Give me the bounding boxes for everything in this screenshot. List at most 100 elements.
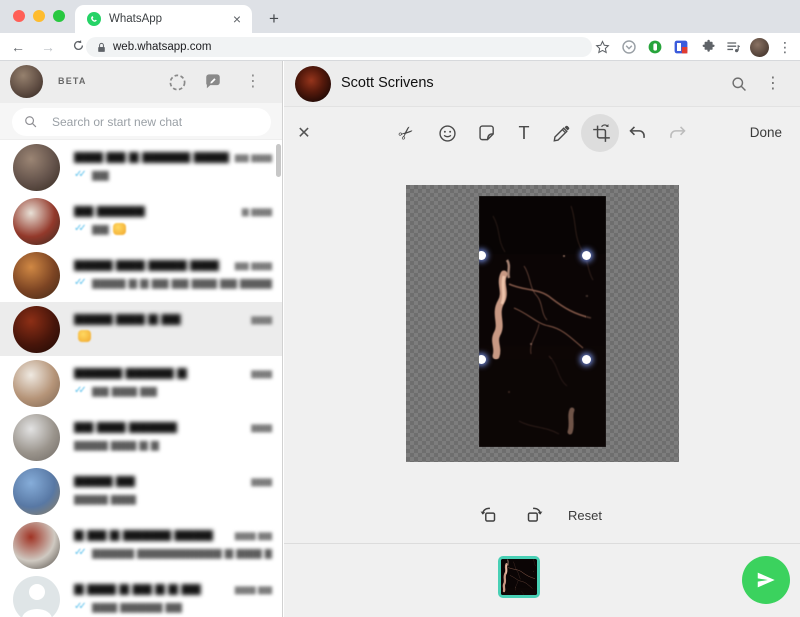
- read-receipt-icon: ✓✓: [74, 385, 83, 396]
- contact-name: Scott Scrivens: [341, 75, 434, 91]
- sidebar-header: BETA ⋮: [0, 61, 282, 103]
- close-editor-button[interactable]: ✕: [292, 121, 316, 145]
- green-extension-icon[interactable]: [646, 39, 663, 56]
- avatar: [13, 252, 60, 299]
- chat-time: ▆▆▆ ▆▆: [235, 584, 272, 595]
- crop-handle-top-left[interactable]: [479, 251, 486, 260]
- close-window-button[interactable]: [13, 10, 25, 22]
- avatar: [13, 468, 60, 515]
- lock-icon: [96, 41, 107, 54]
- chat-preview: ▆▆▆▆ ▆▆▆ ▆ ▆: [74, 438, 159, 451]
- bookmark-star-icon[interactable]: [594, 39, 611, 56]
- maximize-window-button[interactable]: [53, 10, 65, 22]
- pocket-extension-icon[interactable]: [620, 39, 637, 56]
- redo-icon[interactable]: [665, 121, 689, 145]
- chat-preview: ▆▆: [92, 168, 109, 181]
- chat-preview: ▆▆ ▆▆▆ ▆▆: [92, 384, 157, 397]
- tab-title: WhatsApp: [109, 13, 230, 25]
- browser-tab-whatsapp[interactable]: WhatsApp ×: [75, 5, 252, 33]
- done-button[interactable]: Done: [750, 125, 782, 140]
- pencil-tool-icon[interactable]: [549, 121, 573, 145]
- new-tab-button[interactable]: +: [262, 7, 286, 31]
- search-bar[interactable]: [12, 108, 271, 136]
- chat-list-item[interactable]: ▆▆ ▆▆▆▆▆ ▆ ▆▆▆ ✓✓ ▆▆: [0, 194, 282, 248]
- blue-red-extension-icon[interactable]: [672, 39, 689, 56]
- chat-list-item[interactable]: ▆▆▆ ▆▆ ▆ ▆▆▆▆▆ ▆▆▆▆ ▆▆ ▆▆▆ ✓✓ ▆▆: [0, 140, 282, 194]
- crop-handle-bottom-right[interactable]: [582, 355, 591, 364]
- avatar: [13, 360, 60, 407]
- reset-button[interactable]: Reset: [568, 508, 602, 523]
- minimize-window-button[interactable]: [33, 10, 45, 22]
- browser-menu-icon[interactable]: ⋮: [778, 39, 792, 56]
- read-receipt-icon: ✓✓: [74, 547, 83, 558]
- send-button[interactable]: [742, 556, 790, 604]
- chat-name: ▆ ▆▆▆ ▆ ▆▆ ▆ ▆ ▆▆: [74, 580, 201, 595]
- chat-preview: ▆▆▆ ▆▆▆▆▆ ▆▆: [92, 600, 183, 613]
- beta-badge: BETA: [58, 76, 87, 86]
- my-profile-avatar[interactable]: [10, 65, 43, 98]
- chat-time: ▆▆▆: [251, 476, 272, 487]
- media-list-icon[interactable]: [724, 39, 741, 56]
- emoji-tool-icon[interactable]: [435, 121, 459, 145]
- media-thumbnail-selected[interactable]: [498, 556, 540, 598]
- extensions-puzzle-icon[interactable]: [698, 39, 715, 56]
- back-button[interactable]: ←: [6, 39, 30, 55]
- whatsapp-favicon: [87, 12, 101, 26]
- chat-list-item[interactable]: ▆▆▆▆ ▆▆▆ ▆ ▆▆ ▆▆▆: [0, 302, 282, 356]
- avatar: [13, 306, 60, 353]
- search-area: [0, 103, 282, 140]
- emoji-icon: [113, 223, 126, 235]
- chat-time: ▆▆ ▆▆▆: [235, 260, 272, 271]
- contact-avatar[interactable]: [295, 66, 331, 102]
- chat-name: ▆▆▆ ▆▆ ▆ ▆▆▆▆▆ ▆▆▆▆: [74, 148, 229, 163]
- rotate-left-icon[interactable]: [477, 503, 501, 527]
- text-tool-icon[interactable]: T: [512, 121, 536, 145]
- crop-handle-bottom-left[interactable]: [479, 355, 486, 364]
- browser-toolbar: ← → web.whatsapp.com: [0, 33, 800, 61]
- chat-list-item[interactable]: ▆▆▆▆ ▆▆▆ ▆▆▆▆ ▆▆▆ ▆▆ ▆▆▆ ✓✓ ▆▆▆▆ ▆ ▆ ▆▆ …: [0, 248, 282, 302]
- new-chat-icon[interactable]: [203, 72, 223, 92]
- chat-preview: ▆▆▆▆ ▆ ▆ ▆▆ ▆▆ ▆▆▆ ▆▆ ▆▆▆▆ ▆▆: [92, 276, 272, 289]
- chat-time: ▆▆▆ ▆▆: [235, 530, 272, 541]
- sidebar-menu-icon[interactable]: ⋮: [243, 72, 263, 92]
- chat-search-icon[interactable]: [729, 74, 749, 94]
- chat-header: Scott Scrivens ⋮: [284, 61, 800, 107]
- chat-name: ▆▆▆▆ ▆▆▆ ▆ ▆▆: [74, 310, 181, 325]
- editing-image[interactable]: [479, 196, 606, 447]
- read-receipt-icon: ✓✓: [74, 223, 83, 234]
- chat-time: ▆ ▆▆▆: [242, 206, 272, 217]
- crop-canvas: [406, 185, 679, 462]
- address-bar[interactable]: web.whatsapp.com: [86, 37, 592, 57]
- avatar: [13, 144, 60, 191]
- sticker-tool-icon[interactable]: [475, 121, 499, 145]
- crop-region[interactable]: [481, 255, 586, 359]
- status-icon[interactable]: [167, 72, 187, 92]
- forward-button[interactable]: →: [36, 39, 60, 55]
- chat-list-item[interactable]: ▆▆ ▆▆▆ ▆▆▆▆▆ ▆▆▆ ▆▆▆▆ ▆▆▆ ▆ ▆: [0, 410, 282, 464]
- crop-rotate-tool-icon[interactable]: [589, 121, 613, 145]
- search-input[interactable]: [52, 115, 242, 129]
- reload-icon: [72, 39, 85, 52]
- crop-handle-top-right[interactable]: [582, 251, 591, 260]
- tab-close-icon[interactable]: ×: [230, 11, 244, 27]
- scrollbar-thumb[interactable]: [276, 144, 281, 177]
- browser-profile-avatar[interactable]: [750, 38, 769, 57]
- read-receipt-icon: ✓✓: [74, 277, 83, 288]
- chat-time: ▆▆▆: [251, 314, 272, 325]
- chat-list-item[interactable]: ▆ ▆▆▆ ▆ ▆▆ ▆ ▆ ▆▆ ▆▆▆ ▆▆ ✓✓ ▆▆▆ ▆▆▆▆▆ ▆▆: [0, 572, 282, 617]
- chat-list-item[interactable]: ▆▆▆▆ ▆▆ ▆▆▆ ▆▆▆▆ ▆▆▆: [0, 464, 282, 518]
- chat-list-item[interactable]: ▆ ▆▆ ▆ ▆▆▆▆▆ ▆▆▆▆ ▆▆▆ ▆▆ ✓✓ ▆▆▆▆▆ ▆▆▆▆▆▆…: [0, 518, 282, 572]
- rotate-right-icon[interactable]: [522, 503, 546, 527]
- chat-list-item[interactable]: ▆▆▆▆▆ ▆▆▆▆▆ ▆ ▆▆▆ ✓✓ ▆▆ ▆▆▆ ▆▆: [0, 356, 282, 410]
- whatsapp-app: BETA ⋮: [0, 61, 800, 617]
- chat-time: ▆▆▆: [251, 422, 272, 433]
- chat-preview: ▆▆: [92, 222, 109, 235]
- chat-menu-icon[interactable]: ⋮: [763, 74, 783, 94]
- scissors-tool-icon[interactable]: ✂: [395, 121, 419, 145]
- avatar: [13, 522, 60, 569]
- url-text: web.whatsapp.com: [113, 41, 211, 53]
- chat-preview: ▆▆▆▆▆ ▆▆▆▆▆▆▆▆▆▆ ▆ ▆▆▆ ▆▆ ▆: [92, 546, 272, 559]
- avatar: [13, 198, 60, 245]
- media-editor-panel: Scott Scrivens ⋮ ✕ ✂ T: [284, 61, 800, 617]
- undo-icon[interactable]: [625, 121, 649, 145]
